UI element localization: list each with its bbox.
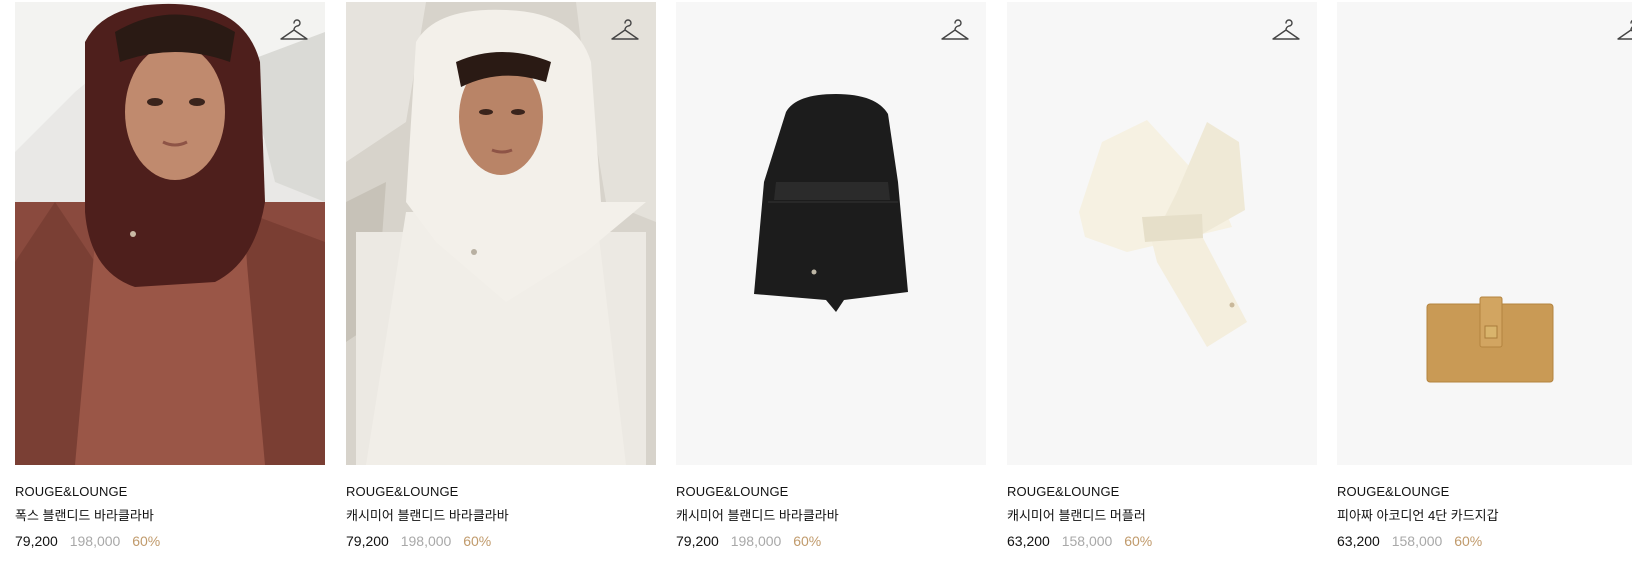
model-brown-balaclava-image <box>15 2 325 465</box>
product-image[interactable] <box>676 2 986 465</box>
hanger-icon[interactable] <box>1271 18 1301 44</box>
hanger-icon[interactable] <box>1616 18 1632 44</box>
product-name[interactable]: 피아짜 아코디언 4단 카드지갑 <box>1337 508 1632 524</box>
discount-rate: 60% <box>1124 533 1153 549</box>
original-price: 198,000 <box>730 533 782 549</box>
product-brand[interactable]: ROUGE&LOUNGE <box>15 484 325 500</box>
product-card[interactable]: ROUGE&LOUNGE 캐시미어 블랜디드 바라클라바 79,200 198,… <box>676 2 986 550</box>
product-name[interactable]: 폭스 블랜디드 바라클라바 <box>15 508 325 524</box>
black-balaclava-image <box>676 2 986 465</box>
product-prices: 79,200 198,000 60% <box>346 532 656 550</box>
sale-price: 79,200 <box>676 533 719 549</box>
sale-price: 63,200 <box>1007 533 1050 549</box>
hanger-icon[interactable] <box>940 18 970 44</box>
discount-rate: 60% <box>132 533 161 549</box>
product-grid: ROUGE&LOUNGE 폭스 블랜디드 바라클라바 79,200 198,00… <box>0 0 1632 564</box>
discount-rate: 60% <box>1454 533 1483 549</box>
original-price: 198,000 <box>69 533 121 549</box>
sale-price: 79,200 <box>15 533 58 549</box>
model-ivory-balaclava-image <box>346 2 656 465</box>
product-name[interactable]: 캐시미어 블랜디드 바라클라바 <box>676 508 986 524</box>
product-image[interactable] <box>15 2 325 465</box>
hanger-icon[interactable] <box>279 18 309 44</box>
original-price: 158,000 <box>1061 533 1113 549</box>
product-image[interactable] <box>1337 2 1632 465</box>
product-card[interactable]: ROUGE&LOUNGE 캐시미어 블랜디드 바라클라바 79,200 198,… <box>346 2 656 550</box>
discount-rate: 60% <box>463 533 492 549</box>
product-image[interactable] <box>1007 2 1317 465</box>
product-name[interactable]: 캐시미어 블랜디드 머플러 <box>1007 508 1317 524</box>
product-card[interactable]: ROUGE&LOUNGE 폭스 블랜디드 바라클라바 79,200 198,00… <box>15 2 325 550</box>
original-price: 158,000 <box>1391 533 1443 549</box>
product-prices: 63,200 158,000 60% <box>1007 532 1317 550</box>
product-brand[interactable]: ROUGE&LOUNGE <box>1337 484 1632 500</box>
original-price: 198,000 <box>400 533 452 549</box>
product-image[interactable] <box>346 2 656 465</box>
product-name[interactable]: 캐시미어 블랜디드 바라클라바 <box>346 508 656 524</box>
sale-price: 79,200 <box>346 533 389 549</box>
discount-rate: 60% <box>793 533 822 549</box>
hanger-icon[interactable] <box>610 18 640 44</box>
product-card[interactable]: ROUGE&LOUNGE 피아짜 아코디언 4단 카드지갑 63,200 158… <box>1337 2 1632 550</box>
product-prices: 79,200 198,000 60% <box>15 532 325 550</box>
product-brand[interactable]: ROUGE&LOUNGE <box>346 484 656 500</box>
product-card[interactable]: ROUGE&LOUNGE 캐시미어 블랜디드 머플러 63,200 158,00… <box>1007 2 1317 550</box>
ivory-muffler-image <box>1007 2 1317 465</box>
product-brand[interactable]: ROUGE&LOUNGE <box>1007 484 1317 500</box>
product-prices: 63,200 158,000 60% <box>1337 532 1632 550</box>
product-prices: 79,200 198,000 60% <box>676 532 986 550</box>
product-brand[interactable]: ROUGE&LOUNGE <box>676 484 986 500</box>
camel-card-wallet-image <box>1337 2 1632 465</box>
sale-price: 63,200 <box>1337 533 1380 549</box>
